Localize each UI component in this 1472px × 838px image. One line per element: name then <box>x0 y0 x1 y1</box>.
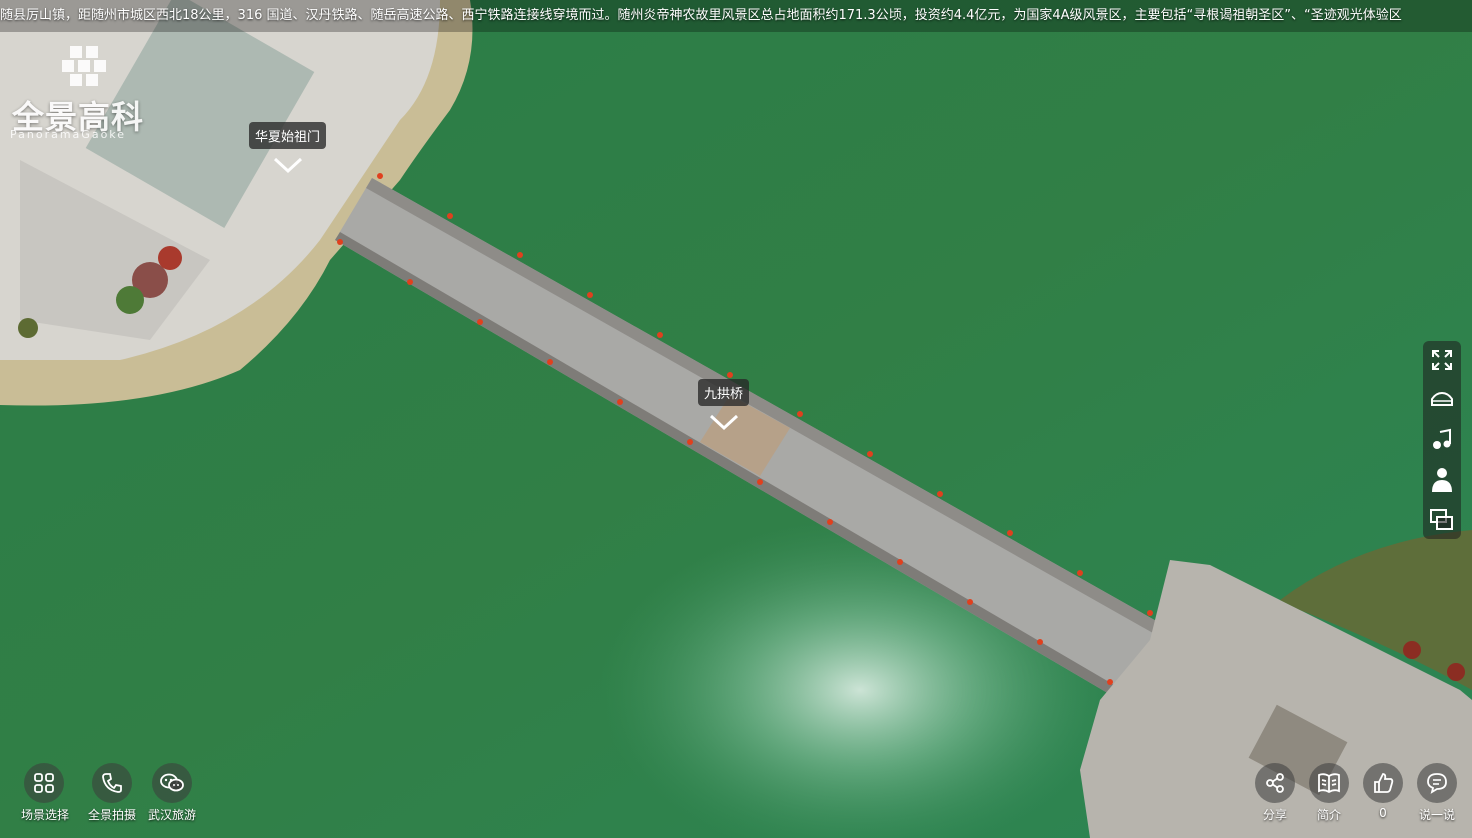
share-label: 分享 <box>1262 808 1287 822</box>
intro-button[interactable] <box>1309 763 1349 803</box>
wuhan-travel-button[interactable] <box>152 763 192 803</box>
book-icon <box>1318 773 1340 794</box>
phone-icon <box>102 773 122 793</box>
gyroscope-button[interactable] <box>1427 465 1457 495</box>
vr-mode-button[interactable] <box>1427 385 1457 415</box>
thumbs-up-icon <box>1374 773 1394 793</box>
hotspot-huaxia-gate[interactable]: 华夏始祖门 <box>249 122 327 175</box>
share-button[interactable] <box>1255 763 1295 803</box>
marquee-text: 随县厉山镇，距随州市城区西北18公里，316 国道、汉丹铁路、随岳高速公路、西宁… <box>0 8 1402 23</box>
comment-label: 说一说 <box>1418 808 1455 822</box>
fullscreen-icon <box>1432 350 1452 370</box>
logo-subtitle: PanoramaGaoke <box>10 128 127 141</box>
panorama-shoot-label: 全景拍摄 <box>87 808 136 822</box>
share-icon <box>1266 773 1284 793</box>
scene-select-button[interactable] <box>24 763 64 803</box>
comment-icon <box>1427 773 1447 794</box>
hotspot-nine-arch-bridge[interactable]: 九拱桥 <box>698 379 750 432</box>
comment-button[interactable] <box>1417 763 1457 803</box>
panorama-shoot-button[interactable] <box>92 763 132 803</box>
window-mode-button[interactable] <box>1427 505 1457 535</box>
wuhan-travel-label: 武汉旅游 <box>147 808 196 822</box>
window-icon <box>1430 509 1453 530</box>
intro-marquee: 随县厉山镇，距随州市城区西北18公里，316 国道、汉丹铁路、随岳高速公路、西宁… <box>0 0 1472 32</box>
chevron-down-icon <box>709 414 738 431</box>
right-toolbar <box>1423 341 1461 539</box>
grid-icon <box>34 773 54 793</box>
logo-mark-icon <box>62 46 106 86</box>
like-count: 0 <box>1379 806 1387 820</box>
brand-logo: 全景高科 PanoramaGaoke <box>8 40 168 145</box>
chevron-down-icon <box>273 157 302 174</box>
music-icon <box>1433 428 1451 449</box>
wechat-icon <box>160 773 184 792</box>
fullscreen-button[interactable] <box>1427 345 1457 375</box>
scene-select-label: 场景选择 <box>20 808 69 822</box>
gyroscope-person-icon <box>1432 468 1452 492</box>
hotspot-label: 华夏始祖门 <box>249 122 327 149</box>
music-button[interactable] <box>1427 425 1457 455</box>
vr-glasses-icon <box>1431 391 1453 406</box>
like-button[interactable] <box>1363 763 1403 803</box>
hotspot-label: 九拱桥 <box>698 379 750 406</box>
intro-label: 简介 <box>1316 808 1341 822</box>
